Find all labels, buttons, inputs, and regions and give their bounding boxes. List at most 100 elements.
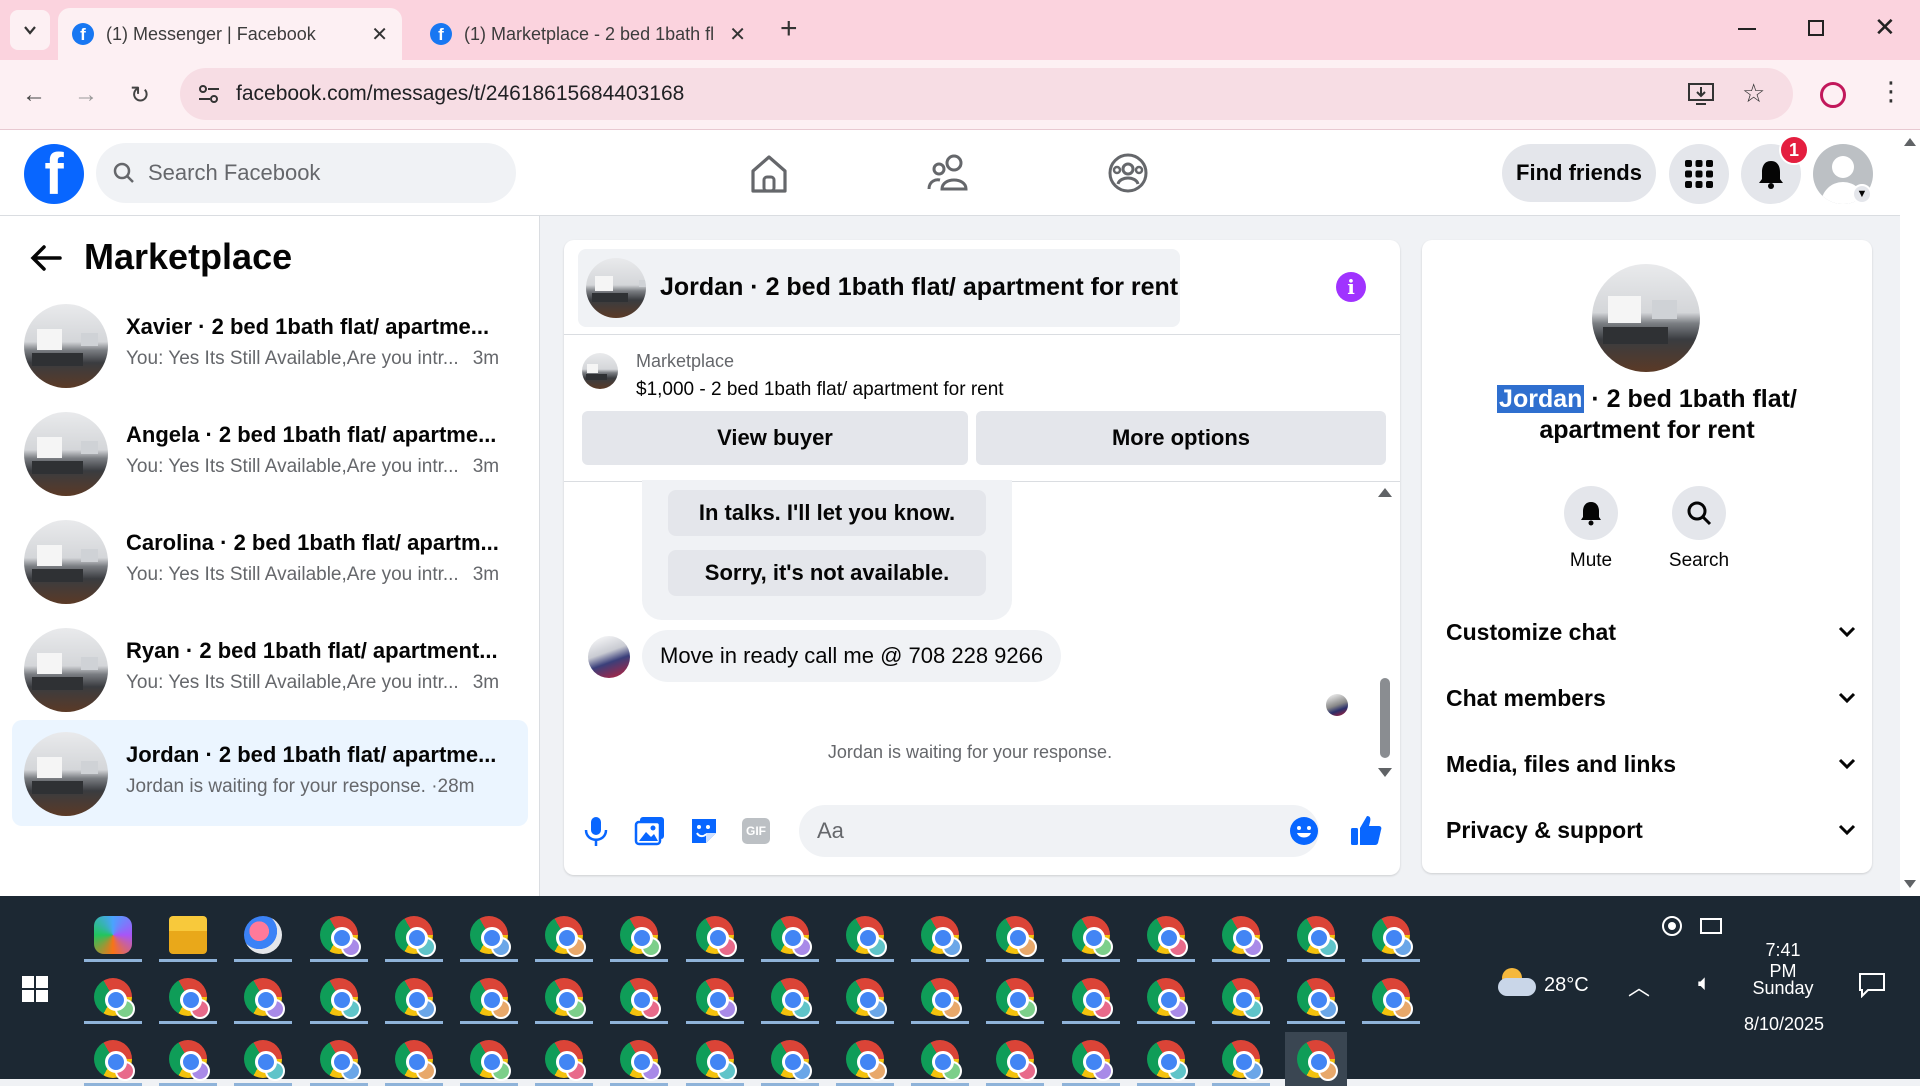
- taskbar-app[interactable]: [232, 1032, 294, 1086]
- taskbar-app[interactable]: [984, 908, 1046, 962]
- facebook-logo-icon[interactable]: f: [24, 144, 84, 204]
- scroll-down-icon[interactable]: [1904, 880, 1916, 888]
- taskbar-app[interactable]: [1060, 1032, 1122, 1086]
- taskbar-app[interactable]: [608, 1032, 670, 1086]
- install-app-icon[interactable]: [1688, 82, 1714, 106]
- reload-icon[interactable]: ↻: [120, 75, 160, 115]
- sender-avatar[interactable]: [588, 636, 630, 678]
- privacy-support-section[interactable]: Privacy & support: [1446, 805, 1856, 855]
- friends-icon[interactable]: [924, 151, 972, 195]
- taskbar-app[interactable]: [232, 908, 294, 962]
- taskbar-app[interactable]: [157, 908, 219, 962]
- taskbar-app[interactable]: [1360, 908, 1422, 962]
- close-tab-icon[interactable]: ✕: [371, 22, 388, 47]
- conversation-item[interactable]: Ryan · 2 bed 1bath flat/ apartment... Yo…: [12, 616, 528, 722]
- taskbar-app[interactable]: [308, 908, 370, 962]
- taskbar-app[interactable]: [1060, 908, 1122, 962]
- restore-window-icon[interactable]: [1808, 20, 1824, 36]
- mute-button[interactable]: [1564, 486, 1618, 540]
- info-icon[interactable]: i: [1336, 272, 1366, 302]
- taskbar-app[interactable]: [834, 1032, 896, 1086]
- search-in-conversation-button[interactable]: [1672, 486, 1726, 540]
- taskbar-app[interactable]: [308, 1032, 370, 1086]
- site-settings-icon[interactable]: [198, 84, 220, 104]
- like-thumbs-up-icon[interactable]: [1348, 813, 1384, 849]
- volume-icon[interactable]: 🔈︎: [1698, 970, 1711, 996]
- taskbar-app[interactable]: [684, 1032, 746, 1086]
- taskbar-app[interactable]: [458, 970, 520, 1024]
- minimize-window-icon[interactable]: [1738, 28, 1756, 30]
- view-buyer-button[interactable]: View buyer: [582, 411, 968, 465]
- taskbar-app[interactable]: [909, 970, 971, 1024]
- tab-messenger[interactable]: f (1) Messenger | Facebook ✕: [58, 8, 402, 60]
- taskbar-app[interactable]: [82, 908, 144, 962]
- chat-members-section[interactable]: Chat members: [1446, 673, 1856, 723]
- clock-date[interactable]: 8/10/2025: [1736, 1014, 1832, 1035]
- taskbar-app[interactable]: [984, 970, 1046, 1024]
- chat-header[interactable]: Jordan · 2 bed 1bath flat/ apartment for…: [578, 249, 1180, 327]
- taskbar-app[interactable]: [458, 908, 520, 962]
- scroll-up-icon[interactable]: [1904, 138, 1916, 146]
- account-chevron-icon[interactable]: ▼: [1852, 184, 1872, 204]
- microphone-icon[interactable]: [578, 813, 614, 849]
- taskbar-app[interactable]: [383, 970, 445, 1024]
- home-icon[interactable]: [745, 151, 793, 195]
- taskbar-app[interactable]: [383, 1032, 445, 1086]
- more-options-button[interactable]: More options: [976, 411, 1386, 465]
- suggested-reply-button[interactable]: Sorry, it's not available.: [668, 550, 986, 596]
- forward-icon[interactable]: →: [66, 75, 106, 115]
- profile-icon[interactable]: [1820, 82, 1846, 108]
- chat-scroll-thumb[interactable]: [1380, 678, 1390, 758]
- taskbar-app[interactable]: [1135, 1032, 1197, 1086]
- find-friends-button[interactable]: Find friends: [1502, 144, 1656, 202]
- page-scrollbar[interactable]: [1900, 130, 1920, 896]
- photo-icon[interactable]: [632, 813, 668, 849]
- gif-icon[interactable]: GIF: [742, 818, 770, 844]
- network-icon[interactable]: [1700, 918, 1722, 934]
- tab-marketplace[interactable]: f (1) Marketplace - 2 bed 1bath fl ✕: [416, 8, 760, 60]
- taskbar-app[interactable]: [383, 908, 445, 962]
- media-files-links-section[interactable]: Media, files and links: [1446, 739, 1856, 789]
- taskbar-app[interactable]: [909, 1032, 971, 1086]
- bookmark-star-icon[interactable]: ☆: [1742, 78, 1765, 109]
- groups-icon[interactable]: [1104, 151, 1152, 195]
- taskbar-app[interactable]: [1135, 908, 1197, 962]
- taskbar-app[interactable]: [759, 908, 821, 962]
- taskbar-app[interactable]: [533, 970, 595, 1024]
- taskbar-app[interactable]: [232, 970, 294, 1024]
- conversation-item-selected[interactable]: Jordan · 2 bed 1bath flat/ apartme... Jo…: [12, 720, 528, 826]
- taskbar-app[interactable]: [834, 970, 896, 1024]
- taskbar-app[interactable]: [1360, 970, 1422, 1024]
- taskbar-app[interactable]: [759, 970, 821, 1024]
- conversation-item[interactable]: Xavier · 2 bed 1bath flat/ apartme... Yo…: [12, 292, 528, 398]
- taskbar-app[interactable]: [308, 970, 370, 1024]
- taskbar-app[interactable]: [157, 970, 219, 1024]
- taskbar-app[interactable]: [1060, 970, 1122, 1024]
- taskbar-app[interactable]: [984, 1032, 1046, 1086]
- customize-chat-section[interactable]: Customize chat: [1446, 607, 1856, 657]
- sticker-icon[interactable]: [686, 813, 722, 849]
- menu-grid-button[interactable]: [1669, 144, 1729, 204]
- emoji-icon[interactable]: [1289, 816, 1319, 846]
- show-hidden-icons-icon[interactable]: ︿: [1628, 970, 1650, 1002]
- temperature[interactable]: 28°C: [1544, 974, 1589, 997]
- suggested-reply-button[interactable]: In talks. I'll let you know.: [668, 490, 986, 536]
- scroll-up-icon[interactable]: [1378, 488, 1392, 497]
- taskbar-app[interactable]: [533, 1032, 595, 1086]
- taskbar-app[interactable]: [1135, 970, 1197, 1024]
- clock-time[interactable]: 7:41 PM: [1750, 940, 1816, 982]
- back-icon[interactable]: ←: [14, 75, 54, 115]
- taskbar-app[interactable]: [684, 970, 746, 1024]
- taskbar-app[interactable]: [157, 1032, 219, 1086]
- record-icon[interactable]: [1662, 916, 1682, 936]
- taskbar-app[interactable]: [684, 908, 746, 962]
- taskbar-app[interactable]: [834, 908, 896, 962]
- weather-icon[interactable]: [1498, 968, 1536, 998]
- facebook-search-input[interactable]: Search Facebook: [96, 143, 516, 203]
- taskbar-app[interactable]: [759, 1032, 821, 1086]
- taskbar-app[interactable]: [1210, 908, 1272, 962]
- taskbar-app[interactable]: [82, 1032, 144, 1086]
- back-arrow-icon[interactable]: [30, 244, 62, 272]
- taskbar-app[interactable]: [1210, 1032, 1272, 1086]
- conversation-item[interactable]: Angela · 2 bed 1bath flat/ apartme... Yo…: [12, 400, 528, 506]
